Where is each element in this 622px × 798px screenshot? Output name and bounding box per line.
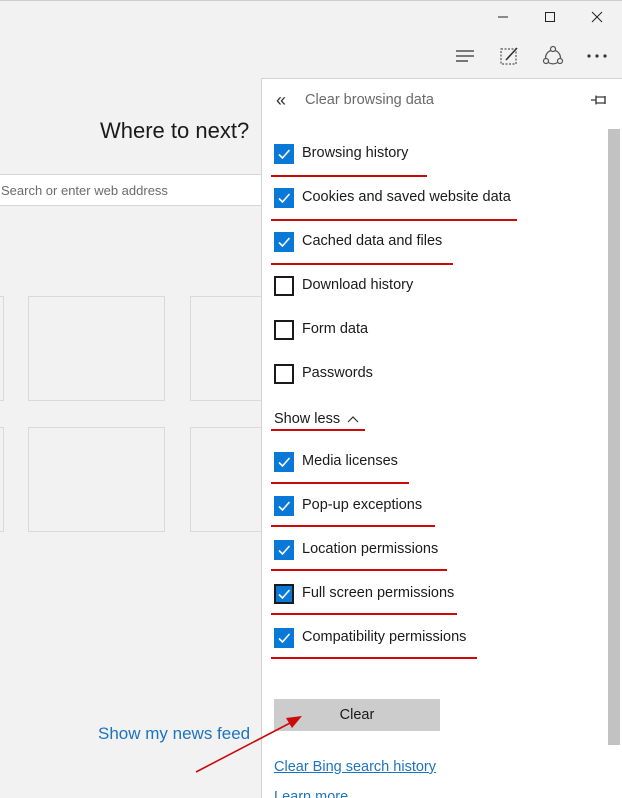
more-button[interactable] <box>575 36 619 76</box>
web-note-icon <box>500 47 518 65</box>
cookies-checkbox[interactable] <box>274 188 294 208</box>
show-less-toggle[interactable]: Show less <box>274 411 359 427</box>
browsing-history-checkbox[interactable] <box>274 144 294 164</box>
location-permissions-row[interactable]: Location permissions <box>273 535 573 565</box>
browser-toolbar <box>0 36 622 76</box>
passwords-label: Passwords <box>302 365 373 381</box>
annotation-underline <box>271 263 453 265</box>
panel-scrollbar[interactable] <box>608 129 620 745</box>
show-news-feed-link[interactable]: Show my news feed <box>98 724 250 744</box>
popup-exceptions-label: Pop-up exceptions <box>302 497 423 513</box>
annotation-underline <box>271 175 427 177</box>
form-data-label: Form data <box>302 321 369 337</box>
compatibility-permissions-row[interactable]: Compatibility permissions <box>273 623 573 653</box>
popup-exceptions-checkbox[interactable] <box>274 496 294 516</box>
checkmark-icon <box>278 589 291 600</box>
annotation-underline <box>271 429 365 431</box>
cached-data-row[interactable]: Cached data and files <box>273 227 573 257</box>
show-less-label: Show less <box>274 411 341 427</box>
learn-more-link[interactable]: Learn more <box>274 789 348 798</box>
checkmark-icon <box>278 237 291 248</box>
media-licenses-row[interactable]: Media licenses <box>273 447 573 477</box>
download-history-checkbox[interactable] <box>274 276 294 296</box>
clear-browsing-data-panel: « Clear browsing data Browsing history C… <box>261 78 622 798</box>
pin-icon <box>591 95 606 105</box>
annotation-underline <box>271 569 447 571</box>
passwords-checkbox[interactable] <box>274 364 294 384</box>
new-tab-heading: Where to next? <box>100 118 250 143</box>
compatibility-permissions-label: Compatibility permissions <box>302 629 467 645</box>
download-history-row[interactable]: Download history <box>273 271 573 301</box>
hub-icon <box>456 50 474 62</box>
checkmark-icon <box>278 501 291 512</box>
panel-header: « Clear browsing data <box>262 79 622 121</box>
title-bar <box>0 0 622 36</box>
cookies-label: Cookies and saved website data <box>302 189 511 205</box>
back-chevron-icon[interactable]: « <box>276 90 286 111</box>
compatibility-permissions-checkbox[interactable] <box>274 628 294 648</box>
annotation-underline <box>271 482 409 484</box>
address-search-box[interactable] <box>0 174 262 206</box>
clear-bing-history-link[interactable]: Clear Bing search history <box>274 759 436 775</box>
location-permissions-checkbox[interactable] <box>274 540 294 560</box>
chevron-up-icon <box>347 416 359 423</box>
cached-data-checkbox[interactable] <box>274 232 294 252</box>
top-site-tile[interactable] <box>0 296 4 401</box>
share-icon <box>542 45 564 65</box>
media-licenses-checkbox[interactable] <box>274 452 294 472</box>
clear-button[interactable]: Clear <box>274 699 440 731</box>
top-site-tile[interactable] <box>190 296 262 401</box>
web-note-button[interactable] <box>487 36 531 76</box>
checkmark-icon <box>278 633 291 644</box>
annotation-underline <box>271 657 477 659</box>
full-screen-permissions-label: Full screen permissions <box>302 585 455 601</box>
annotation-underline <box>271 613 457 615</box>
close-button[interactable] <box>574 0 620 34</box>
location-permissions-label: Location permissions <box>302 541 439 557</box>
download-history-label: Download history <box>302 277 414 293</box>
checkmark-icon <box>278 149 291 160</box>
top-site-tile[interactable] <box>190 427 262 532</box>
maximize-button[interactable] <box>527 0 573 34</box>
form-data-row[interactable]: Form data <box>273 315 573 345</box>
top-site-tile[interactable] <box>28 296 165 401</box>
media-licenses-label: Media licenses <box>302 453 398 469</box>
cookies-row[interactable]: Cookies and saved website data <box>273 183 573 213</box>
form-data-checkbox[interactable] <box>274 320 294 340</box>
passwords-row[interactable]: Passwords <box>273 359 573 389</box>
more-icon <box>587 54 607 58</box>
popup-exceptions-row[interactable]: Pop-up exceptions <box>273 491 573 521</box>
checkmark-icon <box>278 193 291 204</box>
minimize-button[interactable] <box>480 0 526 34</box>
cached-data-label: Cached data and files <box>302 233 443 249</box>
hub-button[interactable] <box>443 36 487 76</box>
checkmark-icon <box>278 545 291 556</box>
full-screen-permissions-checkbox[interactable] <box>274 584 294 604</box>
search-input[interactable] <box>0 175 261 205</box>
maximize-icon <box>545 12 555 22</box>
annotation-underline <box>271 525 435 527</box>
top-site-tile[interactable] <box>0 427 4 532</box>
full-screen-permissions-row[interactable]: Full screen permissions <box>273 579 573 609</box>
minimize-icon <box>498 16 508 18</box>
annotation-underline <box>271 219 517 221</box>
share-button[interactable] <box>531 36 575 76</box>
browsing-history-label: Browsing history <box>302 145 409 161</box>
top-site-tile[interactable] <box>28 427 165 532</box>
panel-title: Clear browsing data <box>305 92 434 108</box>
browsing-history-row[interactable]: Browsing history <box>273 139 573 169</box>
pin-button[interactable] <box>590 93 608 111</box>
close-icon <box>591 11 603 23</box>
checkmark-icon <box>278 457 291 468</box>
new-tab-page: Where to next? Show my news feed <box>0 76 262 798</box>
